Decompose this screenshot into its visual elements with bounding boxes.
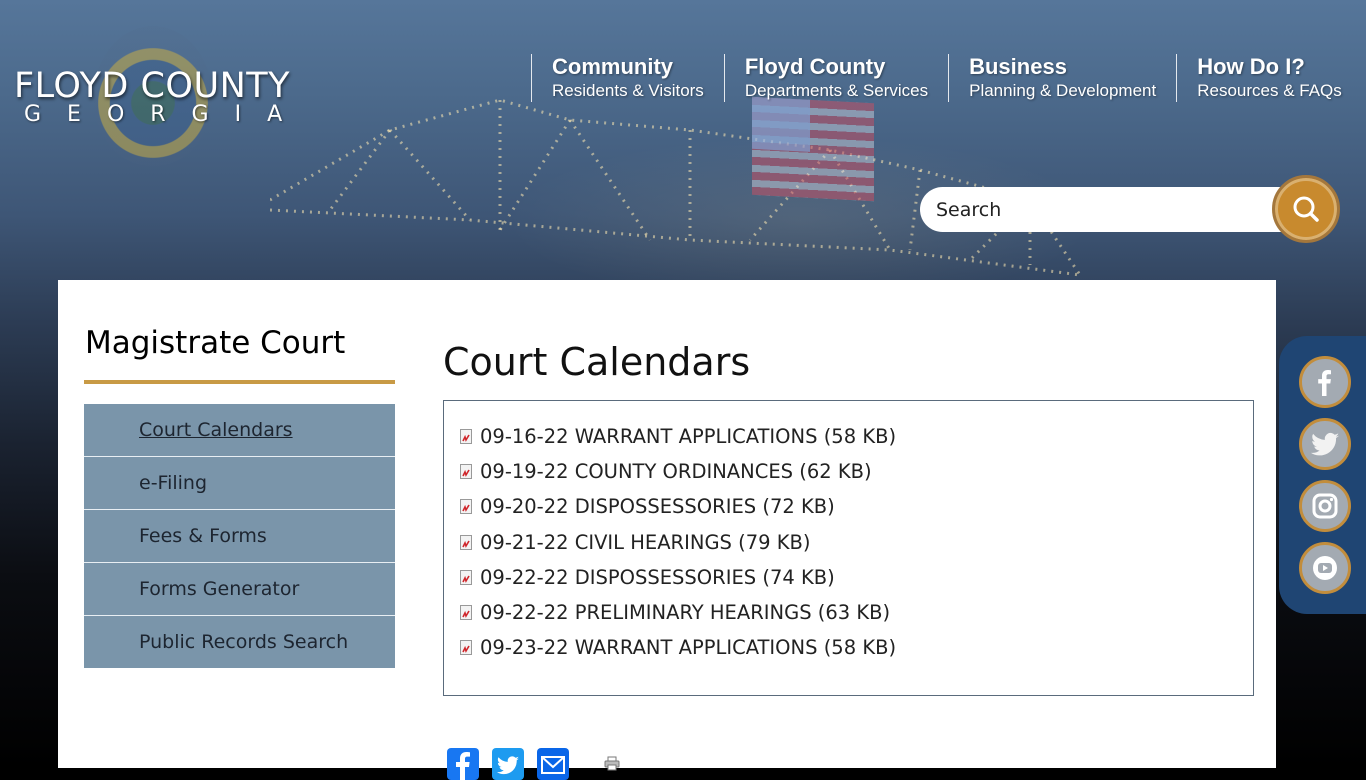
document-label: 09-23-22 WARRANT APPLICATIONS (58 KB)	[480, 636, 897, 660]
print-button[interactable]	[604, 756, 620, 776]
nav-item-label: Floyd County	[744, 54, 886, 79]
document-label: 09-22-22 DISPOSSESSORIES (74 KB)	[480, 565, 835, 589]
sidebar-title-divider	[84, 380, 395, 384]
instagram-icon	[1312, 493, 1338, 519]
instagram-link[interactable]	[1299, 480, 1351, 532]
nav-item-how-do-i[interactable]: How Do I? Resources & FAQs	[1176, 54, 1362, 102]
search-icon	[1293, 196, 1319, 222]
search-bar	[920, 175, 1340, 243]
nav-item-business[interactable]: Business Planning & Development	[948, 54, 1176, 102]
youtube-icon	[1313, 556, 1337, 580]
pdf-icon	[460, 429, 472, 445]
email-icon	[541, 756, 565, 774]
sidebar-title: Magistrate Court	[85, 325, 346, 361]
logo-subtitle: GEORGIA	[24, 102, 309, 127]
content-panel: Magistrate Court Court Calendars e-Filin…	[58, 280, 1276, 780]
facebook-share-button[interactable]	[447, 748, 479, 780]
pdf-icon	[460, 605, 472, 621]
sidebar-item-e-filing[interactable]: e-Filing	[84, 457, 395, 510]
nav-item-sublabel: Residents & Visitors	[552, 81, 704, 100]
document-link[interactable]: 09-19-22 COUNTY ORDINANCES (62 KB)	[460, 454, 1253, 489]
flag-lights-image	[752, 96, 874, 202]
document-label: 09-16-22 WARRANT APPLICATIONS (58 KB)	[480, 425, 897, 449]
share-bar	[447, 748, 620, 780]
document-link[interactable]: 09-20-22 DISPOSSESSORIES (72 KB)	[460, 489, 1253, 524]
document-label: 09-22-22 PRELIMINARY HEARINGS (63 KB)	[480, 601, 891, 625]
sidebar-item-label: Court Calendars	[139, 419, 293, 441]
nav-item-sublabel: Planning & Development	[969, 81, 1157, 100]
document-label: 09-19-22 COUNTY ORDINANCES (62 KB)	[480, 460, 872, 484]
nav-item-sublabel: Departments & Services	[744, 81, 929, 100]
social-media-panel	[1279, 336, 1366, 614]
pdf-icon	[460, 499, 472, 515]
sidebar-item-public-records-search[interactable]: Public Records Search	[84, 616, 395, 668]
sidebar-item-label: Public Records Search	[139, 631, 349, 653]
document-list: 09-16-22 WARRANT APPLICATIONS (58 KB) 09…	[444, 401, 1253, 665]
document-link[interactable]: 09-16-22 WARRANT APPLICATIONS (58 KB)	[460, 419, 1253, 454]
sidebar-item-fees-forms[interactable]: Fees & Forms	[84, 510, 395, 563]
bridge-lights-image	[270, 98, 1082, 277]
twitter-link[interactable]	[1299, 418, 1351, 470]
facebook-icon	[456, 752, 470, 780]
nav-item-community[interactable]: Community Residents & Visitors	[531, 54, 724, 102]
facebook-link[interactable]	[1299, 356, 1351, 408]
facebook-icon	[1318, 370, 1331, 396]
document-link[interactable]: 09-21-22 CIVIL HEARINGS (79 KB)	[460, 525, 1253, 560]
twitter-icon	[497, 756, 519, 775]
document-link[interactable]: 09-23-22 WARRANT APPLICATIONS (58 KB)	[460, 630, 1253, 665]
pdf-icon	[460, 569, 472, 585]
nav-item-label: Business	[969, 54, 1067, 79]
sidebar-item-label: Forms Generator	[139, 578, 300, 600]
twitter-icon	[1310, 432, 1340, 456]
main-navigation: Community Residents & Visitors Floyd Cou…	[531, 54, 1362, 102]
nav-item-floyd-county[interactable]: Floyd County Departments & Services	[723, 54, 948, 102]
sidebar-item-label: Fees & Forms	[139, 525, 267, 547]
pdf-icon	[460, 464, 472, 480]
pdf-icon	[460, 534, 472, 550]
site-logo[interactable]: FLOYD COUNTY GEORGIA	[14, 26, 294, 171]
sidebar-item-label: e-Filing	[139, 472, 208, 494]
logo-title: FLOYD COUNTY	[14, 66, 291, 106]
pdf-icon	[460, 640, 472, 656]
document-label: 09-20-22 DISPOSSESSORIES (72 KB)	[480, 495, 835, 519]
sidebar-item-court-calendars[interactable]: Court Calendars	[84, 404, 395, 457]
document-link[interactable]: 09-22-22 DISPOSSESSORIES (74 KB)	[460, 560, 1253, 595]
nav-item-sublabel: Resources & FAQs	[1197, 81, 1342, 100]
search-input[interactable]	[920, 187, 1290, 232]
nav-item-label: Community	[552, 54, 673, 79]
youtube-link[interactable]	[1299, 542, 1351, 594]
document-link[interactable]: 09-22-22 PRELIMINARY HEARINGS (63 KB)	[460, 595, 1253, 630]
document-label: 09-21-22 CIVIL HEARINGS (79 KB)	[480, 530, 811, 554]
sidebar-nav: Court Calendars e-Filing Fees & Forms Fo…	[84, 404, 395, 668]
page-title: Court Calendars	[443, 340, 751, 384]
twitter-share-button[interactable]	[492, 748, 524, 780]
search-button[interactable]	[1272, 175, 1340, 243]
email-share-button[interactable]	[537, 748, 569, 780]
nav-item-label: How Do I?	[1197, 54, 1305, 79]
print-icon	[604, 756, 620, 771]
document-list-box: 09-16-22 WARRANT APPLICATIONS (58 KB) 09…	[443, 400, 1254, 696]
sidebar-item-forms-generator[interactable]: Forms Generator	[84, 563, 395, 616]
